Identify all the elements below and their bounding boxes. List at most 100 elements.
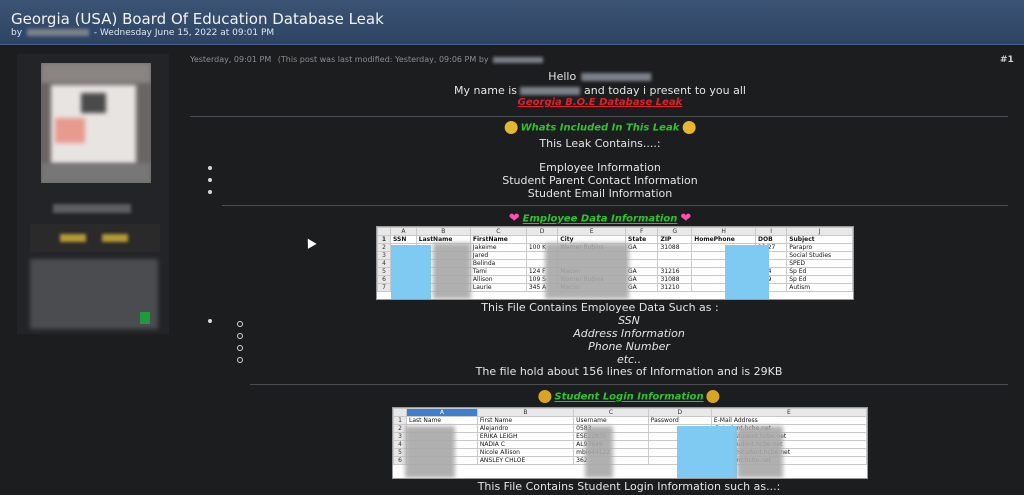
table-cell: Laurie xyxy=(469,283,527,292)
row-number: 2 xyxy=(377,243,391,252)
employee-field: Phone Number xyxy=(588,340,670,353)
col-letter xyxy=(393,408,407,417)
table-cell: Belinda xyxy=(469,259,527,268)
nerd-emoji-icon xyxy=(538,390,552,403)
contains-intro: This Leak Contains....: xyxy=(539,137,661,150)
circle-bullet xyxy=(237,357,243,363)
table-cell: Parapro xyxy=(786,243,853,252)
row-number: 5 xyxy=(377,267,391,276)
post-number[interactable]: #1 xyxy=(1000,55,1014,65)
password-redaction xyxy=(677,426,737,478)
header-cell: HomePhone xyxy=(691,235,757,244)
table-cell: GA xyxy=(625,283,659,292)
table-row: 4NADIA CAL97649649@student.hcbe.net xyxy=(393,440,867,449)
table-row: 2Alejandro0583@student.hcbe.net xyxy=(393,424,867,433)
student-spreadsheet-image: A B C D E 1 Last Name First Name Usernam… xyxy=(392,407,868,479)
table-cell xyxy=(625,251,659,260)
employee-spreadsheet-image: A B C D E F G H I J 1 SSN LastName First… xyxy=(376,226,854,300)
table-cell: Jakeime xyxy=(469,243,527,252)
intro-line: My name is and today i present to you al… xyxy=(454,84,746,97)
thread-byline: by - Wednesday June 15, 2022 at 09:01 PM xyxy=(11,28,274,38)
circle-bullet xyxy=(237,321,243,327)
user-award-image xyxy=(30,259,158,329)
table-cell xyxy=(657,251,693,260)
header-cell: E-Mail Address xyxy=(710,416,867,425)
header-cell: First Name xyxy=(476,416,575,425)
thinking-emoji-icon xyxy=(682,121,696,134)
table-cell xyxy=(657,259,693,268)
student-heading-text: Student Login Information xyxy=(554,391,704,403)
employee-field: SSN xyxy=(618,314,640,327)
author-name-redacted[interactable] xyxy=(26,29,89,36)
user-sidebar xyxy=(17,54,169,334)
table-cell: Tami xyxy=(469,267,527,276)
row-number: 4 xyxy=(377,259,391,268)
table-cell: 31088 xyxy=(657,275,693,284)
table-cell: GA xyxy=(625,243,659,252)
contains-item: Student Email Information xyxy=(527,187,673,200)
bullet xyxy=(208,319,212,323)
avatar[interactable] xyxy=(41,63,151,183)
circle-bullet xyxy=(237,345,243,351)
row-number: 3 xyxy=(377,251,391,260)
row-number: 1 xyxy=(393,416,407,425)
header-cell: FirstName xyxy=(469,235,527,244)
heart-icon: ❤ xyxy=(680,211,692,226)
employee-desc: This File Contains Employee Data Such as… xyxy=(481,301,719,314)
nerd-emoji-icon xyxy=(706,390,720,403)
col-letter: I xyxy=(755,227,788,236)
greeting-text: Hello xyxy=(548,70,577,83)
greeting: Hello xyxy=(548,70,652,83)
included-heading: Whats Included In This Leak xyxy=(502,121,699,134)
bullet xyxy=(208,190,212,194)
lastname-redaction xyxy=(405,426,455,478)
header-cell: Last Name xyxy=(406,416,478,425)
header-cell: SSN xyxy=(390,235,417,244)
table-cell: Alejandro xyxy=(476,424,575,433)
col-letter: A xyxy=(406,408,478,417)
table-cell: 31210 xyxy=(657,283,693,292)
table-cell: NADIA C xyxy=(476,440,575,449)
header-cell: State xyxy=(625,235,659,244)
col-letter: E xyxy=(710,408,867,417)
divider xyxy=(190,116,1008,117)
col-letter xyxy=(377,227,391,236)
divider xyxy=(250,384,1008,385)
online-status-icon xyxy=(140,312,150,324)
col-letter: B xyxy=(415,227,471,236)
circle-bullet xyxy=(237,333,243,339)
username-redacted[interactable] xyxy=(53,204,131,213)
col-letter: J xyxy=(786,227,853,236)
row-number: 7 xyxy=(377,283,391,292)
thread-date: - Wednesday June 15, 2022 at 09:01 PM xyxy=(93,28,275,38)
header-cell: Password xyxy=(647,416,712,425)
col-letter: C xyxy=(469,227,527,236)
table-cell xyxy=(625,259,659,268)
bullet xyxy=(208,166,212,170)
table-cell: Nicole Allison xyxy=(476,448,575,457)
table-cell: GA xyxy=(625,275,659,284)
lastname-redaction xyxy=(433,243,471,299)
intro-text-a: My name is xyxy=(454,84,518,97)
by-prefix: by xyxy=(11,28,23,38)
heart-icon: ❤ xyxy=(508,211,520,226)
intro-name-redacted xyxy=(520,87,581,95)
rank-badge xyxy=(30,224,160,252)
post-time: Yesterday, 09:01 PM xyxy=(190,55,272,64)
post-modified: (This post was last modified: Yesterday,… xyxy=(277,55,489,64)
col-letter: G xyxy=(657,227,693,236)
employee-heading: ❤ Employee Data Information ❤ xyxy=(506,211,695,226)
divider xyxy=(222,205,1008,206)
greeting-name-redacted xyxy=(581,73,652,81)
thread-title: Georgia (USA) Board Of Education Databas… xyxy=(11,10,384,28)
table-cell: Sp Ed xyxy=(786,275,853,284)
header-cell: Username xyxy=(573,416,649,425)
col-letter: E xyxy=(557,227,627,236)
modifier-name-redacted[interactable] xyxy=(493,56,544,63)
col-letter: F xyxy=(625,227,659,236)
table-cell: Autism xyxy=(786,283,853,292)
intro-text-b: and today i present to you all xyxy=(584,84,746,97)
username-redaction xyxy=(585,426,613,478)
header-cell: DOB xyxy=(755,235,788,244)
included-heading-text: Whats Included In This Leak xyxy=(520,122,680,134)
